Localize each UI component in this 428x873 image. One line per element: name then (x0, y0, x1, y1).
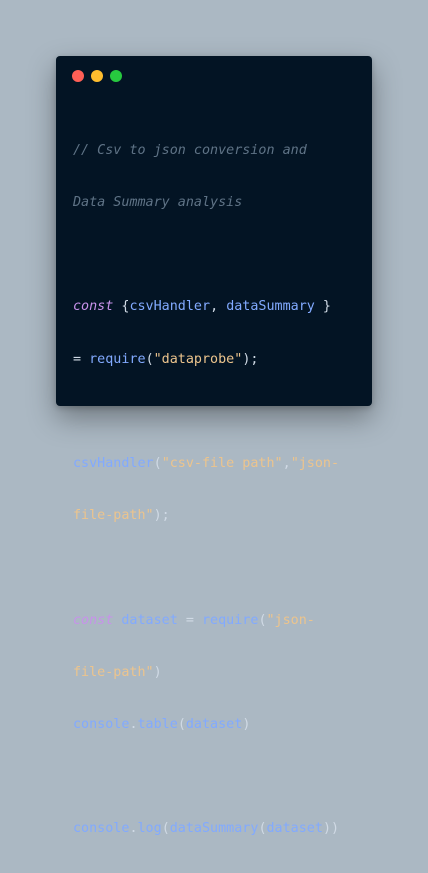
code-line-1: // Csv to json conversion and (73, 142, 363, 159)
code-comment: Data Summary analysis (73, 195, 243, 211)
code-line-12: console.table(dataset) (73, 716, 363, 733)
method-name: table (137, 717, 178, 733)
identifier: dataset (185, 717, 243, 733)
punctuation: ( (145, 351, 154, 367)
string-literal: file-path" (73, 508, 154, 524)
code-line-10: const dataset = require("json- (73, 612, 363, 629)
code-line-8: file-path"); (73, 507, 363, 524)
identifier: csvHandler (129, 299, 211, 315)
function-name: dataSummary (169, 821, 259, 837)
function-name: require (202, 612, 259, 628)
string-literal: "json- (266, 612, 315, 628)
function-name: require (89, 351, 146, 367)
maximize-dot-icon[interactable] (110, 70, 122, 82)
string-literal: "csv-file path" (161, 456, 283, 472)
punctuation: ) (153, 664, 162, 680)
function-name: csvHandler (73, 456, 154, 472)
identifier: console (73, 821, 130, 837)
code-line-4: const {csvHandler, dataSummary } (73, 298, 363, 315)
punctuation: ( (177, 717, 186, 733)
punctuation: ); (242, 351, 259, 367)
identifier: dataset (113, 612, 178, 628)
punctuation: )) (322, 821, 340, 837)
punctuation: , (210, 299, 227, 315)
code-line-11: file-path") (73, 664, 363, 681)
punctuation: ( (258, 821, 267, 837)
identifier: console (73, 717, 130, 733)
punctuation: ( (258, 612, 267, 628)
minimize-dot-icon[interactable] (91, 70, 103, 82)
code-block: // Csv to json conversion and Data Summa… (73, 107, 363, 873)
code-comment: // Csv to json conversion and (73, 142, 307, 158)
punctuation: . (129, 821, 138, 837)
punctuation: = (73, 351, 90, 367)
punctuation: ( (153, 456, 162, 472)
identifier: dataSummary (226, 299, 315, 315)
punctuation: ) (242, 717, 251, 733)
code-line-7: csvHandler("csv-file path","json- (73, 455, 363, 472)
punctuation: , (282, 456, 291, 472)
keyword-const: const (73, 612, 114, 628)
punctuation: = (177, 612, 202, 628)
punctuation: ); (153, 508, 170, 524)
identifier: dataset (266, 821, 323, 837)
code-line-14: console.log(dataSummary(dataset)) (73, 820, 363, 837)
code-line-5: = require("dataprobe"); (73, 351, 363, 368)
string-literal: "json- (290, 456, 340, 472)
code-line-2: Data Summary analysis (73, 194, 363, 211)
punctuation: { (113, 299, 130, 315)
keyword-const: const (73, 299, 114, 315)
punctuation: . (129, 717, 138, 733)
close-dot-icon[interactable] (72, 70, 84, 82)
string-literal: file-path" (73, 664, 154, 680)
punctuation: ( (161, 821, 170, 837)
punctuation: } (314, 299, 331, 315)
method-name: log (137, 821, 162, 837)
code-window: // Csv to json conversion and Data Summa… (56, 56, 372, 836)
string-literal: "dataprobe" (153, 351, 243, 367)
